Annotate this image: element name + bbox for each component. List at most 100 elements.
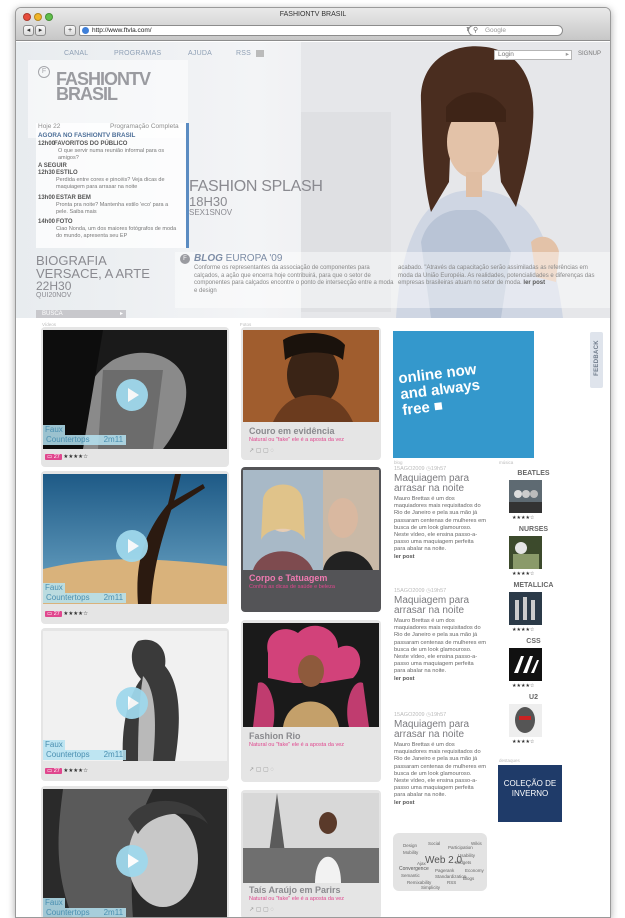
tag-word[interactable]: Economy	[465, 868, 484, 873]
tag-word[interactable]: Wikis	[471, 841, 482, 846]
video-card[interactable]: Faux Countertops 2m11 ▭ 27 ★★★★☆	[41, 628, 229, 781]
tag-word[interactable]: Participation	[448, 845, 473, 850]
rating-stars[interactable]: ★★★★☆	[512, 515, 534, 521]
music-artist[interactable]: NURSES	[506, 526, 561, 533]
photo-card[interactable]: Taís Araújo em Parirs Natural ou "fake" …	[241, 790, 381, 917]
play-icon[interactable]	[116, 687, 148, 719]
album-cover[interactable]	[509, 480, 542, 513]
full-schedule-link[interactable]: Programação Completa	[110, 123, 179, 130]
back-button[interactable]: ◂	[23, 25, 34, 36]
rating-stars[interactable]: ★★★★☆	[512, 627, 534, 633]
feedback-tab[interactable]: FEEDBACK	[590, 332, 603, 388]
music-artist[interactable]: METALLICA	[506, 582, 561, 589]
tag-word[interactable]: Widgets	[455, 860, 471, 865]
nav-canal[interactable]: CANAL	[64, 50, 88, 57]
url-field[interactable]: http://www.ftvla.com/ ↻	[79, 25, 476, 36]
tag-word[interactable]: Usability	[458, 853, 475, 858]
nav-ajuda[interactable]: AJUDA	[188, 50, 212, 57]
photo-card[interactable]: Couro em evidência Natural ou "fake" ele…	[241, 327, 381, 460]
photo-thumbnail	[243, 470, 379, 570]
item-time: 14h00	[38, 219, 56, 225]
photo-card[interactable]: Fashion Rio Natural ou "fake" ele é a ap…	[241, 620, 381, 782]
featured-show[interactable]: FASHION SPLASH 18H30 SEX1SNOV	[189, 179, 323, 218]
chevron-right-icon: ▸	[119, 311, 123, 317]
play-icon[interactable]	[116, 530, 148, 562]
featured-day: SEX1SNOV	[189, 208, 233, 217]
album-cover[interactable]	[509, 592, 542, 625]
rating-stars[interactable]: ★★★★☆	[512, 683, 534, 689]
post-text: Mauro Brettas é um dos maquiadores mais …	[394, 742, 486, 799]
tag-word[interactable]: Semantic	[401, 873, 420, 878]
comment-icon[interactable]: ▭ 27	[45, 768, 62, 774]
photo-thumbnail	[243, 623, 379, 727]
blog-title: EUROPA '09	[225, 253, 283, 264]
album-cover[interactable]	[509, 648, 542, 681]
blog-post[interactable]: 15AGO2009 ◷19h57 Maquiagem para arrasar …	[394, 466, 486, 560]
read-more-link[interactable]: ler post	[394, 676, 486, 682]
tag-word[interactable]: Mobility	[403, 850, 418, 855]
logo-icon: F	[180, 254, 190, 264]
tag-word[interactable]: Ajax	[417, 861, 426, 866]
logo-line2: BRASIL	[56, 84, 118, 104]
blog-post[interactable]: 15AGO2009 ◷19h57 Maquiagem para arrasar …	[394, 588, 486, 682]
bio-time: 22H30	[36, 279, 72, 293]
site-logo[interactable]: FASHIONTV BRASIL	[56, 70, 151, 104]
music-artist[interactable]: U2	[506, 694, 561, 701]
forward-button[interactable]: ▸	[35, 25, 46, 36]
rating-stars[interactable]: ★★★★☆	[63, 768, 88, 774]
share-icons[interactable]: ↗ ▢ ▢ ◌	[249, 766, 274, 773]
album-cover[interactable]	[509, 704, 542, 737]
nav-rss[interactable]: RSS	[236, 50, 251, 57]
tag-word[interactable]: Design	[403, 843, 417, 848]
login-field[interactable]: Login ▸	[494, 50, 572, 60]
tag-word[interactable]: RSS	[447, 880, 456, 885]
read-more-link[interactable]: ler post	[394, 800, 486, 806]
tag-word[interactable]: Standardization	[435, 874, 466, 879]
tag-word[interactable]: Simplicity	[421, 885, 440, 890]
rating-stars[interactable]: ★★★★☆	[63, 454, 88, 460]
rating-stars[interactable]: ★★★★☆	[63, 611, 88, 617]
blog-post[interactable]: 15AGO2009 ◷19h57 Maquiagem para arrasar …	[394, 712, 486, 806]
share-icons[interactable]: ↗ ▢ ▢ ◌	[249, 447, 274, 454]
read-more-link[interactable]: ler post	[394, 554, 486, 560]
tag-word[interactable]: Social	[428, 841, 440, 846]
collection-line1: COLEÇÃO DE	[503, 779, 557, 788]
rating-stars[interactable]: ★★★★☆	[512, 571, 534, 577]
play-icon[interactable]	[116, 379, 148, 411]
add-bookmark-button[interactable]: +	[64, 25, 76, 36]
share-icons[interactable]: ↗ ▢ ▢ ◌	[249, 906, 274, 913]
photo-subtitle: Natural ou "fake" ele é a aposta da vez	[249, 437, 345, 443]
music-artist[interactable]: CSS	[506, 638, 561, 645]
comment-icon[interactable]: ▭ 27	[45, 454, 62, 460]
url-text: http://www.ftvla.com/	[92, 27, 152, 34]
browser-search-field[interactable]: ⚲ Google	[468, 25, 563, 36]
comment-icon[interactable]: ▭ 27	[45, 611, 62, 617]
video-stats: ▭ 27 ★★★★☆	[45, 611, 88, 617]
rating-stars[interactable]: ★★★★☆	[512, 739, 534, 745]
photo-thumbnail	[243, 330, 379, 422]
play-icon[interactable]	[116, 845, 148, 877]
featured-collection-banner[interactable]: COLEÇÃO DE INVERNO	[498, 765, 562, 822]
search-bar[interactable]: BUSCA ▸	[36, 310, 126, 318]
blog-heading[interactable]: BLOG EUROPA '09	[194, 253, 282, 264]
blog-more-link[interactable]: ler post	[523, 280, 545, 286]
tag-word[interactable]: Convergence	[399, 866, 429, 872]
tag-word[interactable]: Pagerank	[435, 868, 454, 873]
video-card[interactable]: Faux Countertops 2m11	[41, 786, 229, 917]
nav-programas[interactable]: PROGRAMAS	[114, 50, 161, 57]
photo-card[interactable]: Corpo e Tatuagem Confira as dicas de saú…	[241, 467, 381, 612]
video-card[interactable]: Faux Countertops 2m11 ▭ 27 ★★★★☆	[41, 327, 229, 467]
video-caption-2: Countertops 2m11	[43, 593, 127, 603]
tag-word[interactable]: Blogs	[463, 876, 474, 881]
ad-banner[interactable]: online now and always free ■	[393, 331, 534, 458]
video-card[interactable]: Faux Countertops 2m11 ▭ 27 ★★★★☆	[41, 471, 229, 624]
music-artist[interactable]: BEATLES	[506, 470, 561, 477]
signup-link[interactable]: SIGNUP	[578, 51, 601, 57]
album-cover[interactable]	[509, 536, 542, 569]
post-title: Maquiagem para arrasar na noite	[394, 595, 470, 616]
video-caption-1: Faux	[43, 583, 65, 593]
post-text: Mauro Brettas é um dos maquiadores mais …	[394, 618, 486, 675]
comment-count: 27	[53, 454, 60, 460]
rss-icon[interactable]	[256, 50, 264, 57]
biography-show[interactable]: BIOGRAFIA VERSACE, A ARTE 22H30 QUI20NOV	[36, 254, 150, 300]
